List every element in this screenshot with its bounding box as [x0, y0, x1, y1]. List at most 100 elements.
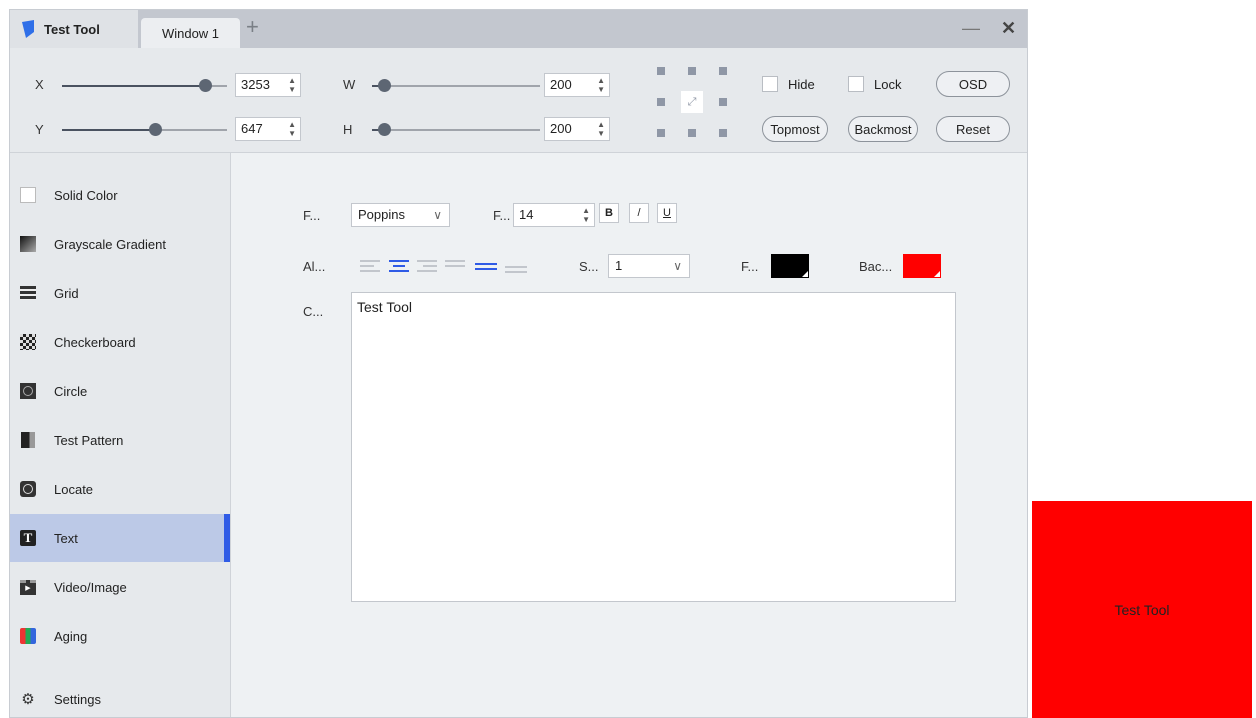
font-select[interactable]: Poppins ∨: [351, 203, 450, 227]
y-input[interactable]: 647 ▲ ▼: [235, 117, 301, 141]
sidebar-item-label: Checkerboard: [54, 334, 136, 350]
spacing-label: S...: [579, 259, 599, 274]
video-icon: ▶: [20, 579, 36, 595]
font-size-label: F...: [493, 208, 511, 223]
circle-icon: [20, 383, 36, 399]
sidebar-item-solid-color[interactable]: Solid Color: [10, 171, 230, 219]
sidebar-item-aging[interactable]: Aging: [10, 612, 230, 660]
minimize-button[interactable]: —: [962, 18, 980, 38]
anchor-bottom-left[interactable]: [657, 129, 665, 137]
background-color-label: Bac...: [859, 259, 893, 274]
sidebar-item-label: Text: [54, 530, 78, 546]
anchor-top-right[interactable]: [719, 67, 727, 75]
preview-text: Test Tool: [1114, 601, 1170, 618]
w-value: 200: [550, 77, 572, 92]
background-color-swatch[interactable]: [903, 254, 941, 278]
valign-top-icon[interactable]: [445, 260, 465, 274]
sidebar-item-label: Locate: [54, 481, 94, 497]
sidebar-item-checkerboard[interactable]: Checkerboard: [10, 318, 230, 366]
sidebar-item-label: Grayscale Gradient: [54, 236, 166, 252]
w-input[interactable]: 200 ▲ ▼: [544, 73, 610, 97]
reset-button[interactable]: Reset: [936, 116, 1010, 142]
sidebar-item-label: Settings: [54, 691, 101, 707]
font-size-input[interactable]: 14 ▲ ▼: [513, 203, 595, 227]
foreground-color-label: F...: [741, 259, 759, 274]
content-textarea[interactable]: Test Tool: [351, 292, 956, 602]
h-input[interactable]: 200 ▲ ▼: [544, 117, 610, 141]
x-stepper[interactable]: ▲ ▼: [288, 76, 296, 94]
sidebar-item-grayscale-gradient[interactable]: Grayscale Gradient: [10, 220, 230, 268]
lock-checkbox[interactable]: Lock: [848, 76, 901, 92]
w-slider[interactable]: [372, 79, 540, 92]
sidebar-item-label: Solid Color: [54, 187, 118, 203]
y-stepper[interactable]: ▲ ▼: [288, 120, 296, 138]
font-size-stepper[interactable]: ▲ ▼: [582, 206, 590, 224]
backmost-button[interactable]: Backmost: [848, 116, 918, 142]
h-value: 200: [550, 121, 572, 136]
sidebar-item-settings[interactable]: ⚙ Settings: [10, 675, 230, 717]
hide-checkbox[interactable]: Hide: [762, 76, 815, 92]
sidebar-item-circle[interactable]: Circle: [10, 367, 230, 415]
x-slider-thumb[interactable]: [199, 79, 212, 92]
h-slider[interactable]: [372, 123, 540, 136]
h-stepper[interactable]: ▲ ▼: [597, 120, 605, 138]
underline-button[interactable]: U: [657, 203, 677, 223]
gradient-icon: [20, 236, 36, 252]
w-slider-thumb[interactable]: [378, 79, 391, 92]
sidebar-item-label: Grid: [54, 285, 79, 301]
chevron-down-icon: ∨: [673, 259, 682, 273]
x-value: 3253: [241, 77, 270, 92]
osd-button[interactable]: OSD: [936, 71, 1010, 97]
hide-checkbox-box[interactable]: [762, 76, 778, 92]
tab-window-1[interactable]: Window 1: [141, 18, 240, 48]
y-slider-thumb[interactable]: [149, 123, 162, 136]
text-icon: T: [20, 530, 36, 546]
app-title: Test Tool: [44, 21, 100, 37]
y-slider[interactable]: [62, 123, 227, 136]
align-center-icon[interactable]: [389, 260, 409, 274]
italic-button[interactable]: /: [629, 203, 649, 223]
spacing-value: 1: [615, 258, 623, 273]
locate-icon: [20, 481, 36, 497]
sidebar-item-grid[interactable]: Grid: [10, 269, 230, 317]
close-button[interactable]: ✕: [1001, 18, 1016, 38]
new-tab-button[interactable]: +: [246, 15, 259, 39]
anchor-bottom-right[interactable]: [719, 129, 727, 137]
anchor-grid[interactable]: ⤢: [657, 67, 727, 137]
x-input[interactable]: 3253 ▲ ▼: [235, 73, 301, 97]
align-label: Al...: [303, 259, 326, 274]
sidebar-item-label: Video/Image: [54, 579, 127, 595]
h-slider-thumb[interactable]: [378, 123, 391, 136]
w-stepper[interactable]: ▲ ▼: [597, 76, 605, 94]
anchor-bottom[interactable]: [688, 129, 696, 137]
sidebar-item-label: Circle: [54, 383, 88, 399]
title-bar: Test Tool Window 1 + — ✕: [10, 10, 1027, 48]
anchor-top-left[interactable]: [657, 67, 665, 75]
font-size-value: 14: [519, 207, 534, 222]
anchor-left[interactable]: [657, 98, 665, 106]
foreground-color-swatch[interactable]: [771, 254, 809, 278]
valign-middle-icon[interactable]: [475, 263, 497, 277]
tab-label: Window 1: [161, 25, 220, 41]
spacing-select[interactable]: 1 ∨: [608, 254, 690, 278]
sidebar-item-test-pattern[interactable]: Test Pattern: [10, 416, 230, 464]
anchor-top[interactable]: [688, 67, 696, 75]
x-slider[interactable]: [62, 79, 227, 92]
sidebar-item-locate[interactable]: Locate: [10, 465, 230, 513]
align-right-icon[interactable]: [417, 260, 437, 274]
sidebar-item-text[interactable]: T Text: [10, 514, 230, 562]
lock-checkbox-box[interactable]: [848, 76, 864, 92]
align-left-icon[interactable]: [360, 260, 380, 274]
anchor-center-fullscreen-icon[interactable]: ⤢: [681, 91, 703, 113]
topmost-button[interactable]: Topmost: [762, 116, 828, 142]
font-label: F...: [303, 208, 321, 223]
app-window: Test Tool Window 1 + — ✕ X 3253 ▲ ▼ Y 647 ▲…: [9, 9, 1028, 718]
sidebar-item-video-image[interactable]: ▶ Video/Image: [10, 563, 230, 611]
gear-icon: ⚙: [21, 691, 35, 708]
bold-button[interactable]: B: [599, 203, 619, 223]
valign-bottom-icon[interactable]: [505, 266, 527, 280]
lock-label: Lock: [874, 76, 902, 92]
active-indicator: [224, 514, 230, 562]
anchor-right[interactable]: [719, 98, 727, 106]
position-toolbar: X 3253 ▲▼ Y 647 ▲▼ W 200 ▲▼ H 200 ▲▼: [10, 48, 1027, 153]
